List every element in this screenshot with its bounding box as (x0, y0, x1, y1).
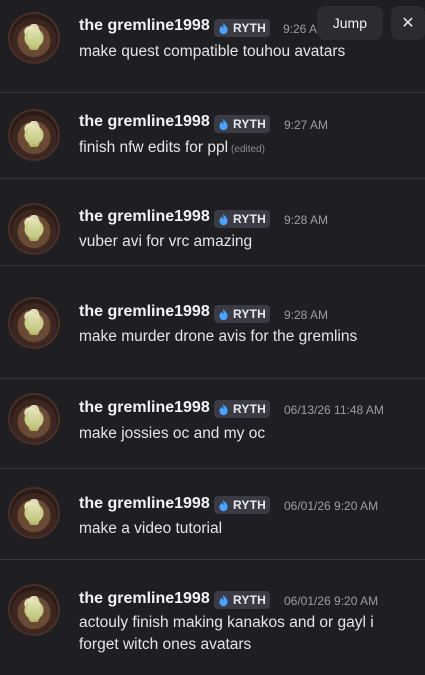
author-name[interactable]: the gremline1998 (79, 495, 210, 513)
server-tag[interactable]: RYTH (214, 305, 271, 323)
server-tag[interactable]: RYTH (214, 496, 271, 514)
avatar[interactable] (8, 487, 60, 539)
avatar[interactable] (8, 203, 60, 255)
flame-icon (219, 308, 228, 320)
avatar[interactable] (8, 109, 60, 161)
avatar[interactable] (8, 393, 60, 445)
server-tag[interactable]: RYTH (214, 400, 271, 418)
message-text: finish nfw edits for ppl (edited) (79, 137, 415, 161)
close-icon[interactable]: ✕ (391, 6, 425, 40)
message-text: vuber avi for vrc amazing (79, 231, 415, 253)
message-item[interactable]: the gremline1998 RYTH 06/13/26 11:48 AM … (0, 379, 425, 468)
flame-icon (219, 22, 228, 34)
server-tag-label: RYTH (233, 21, 267, 35)
server-tag-label: RYTH (233, 498, 267, 512)
flame-icon (219, 118, 228, 130)
message-content: vuber avi for vrc amazing (79, 233, 253, 250)
message-text: make jossies oc and my oc (79, 423, 415, 445)
author-name[interactable]: the gremline1998 (79, 590, 210, 608)
server-tag-label: RYTH (233, 402, 267, 416)
server-tag[interactable]: RYTH (214, 210, 271, 228)
message-item[interactable]: the gremline1998 RYTH 9:27 AM finish nfw… (0, 93, 425, 178)
message-item[interactable]: the gremline1998 RYTH 9:28 AM make murde… (0, 266, 425, 365)
flame-icon (219, 213, 228, 225)
timestamp: 9:28 AM (284, 308, 329, 322)
timestamp: 06/01/26 9:20 AM (284, 499, 379, 513)
message-content: make quest compatible touhou avatars (79, 43, 346, 60)
message-text: make murder drone avis for the gremlins (79, 326, 415, 348)
timestamp: 9:28 AM (284, 213, 329, 227)
author-name[interactable]: the gremline1998 (79, 399, 210, 417)
avatar[interactable] (8, 297, 60, 349)
author-name[interactable]: the gremline1998 (79, 208, 210, 226)
message-content: finish nfw edits for ppl (79, 139, 229, 156)
server-tag-label: RYTH (233, 117, 267, 131)
timestamp: 9:27 AM (284, 118, 329, 132)
message-text: make quest compatible touhou avatars (79, 41, 415, 63)
flame-icon (219, 594, 228, 606)
edited-indicator: (edited) (231, 144, 265, 155)
message-content: make jossies oc and my oc (79, 425, 266, 442)
server-tag[interactable]: RYTH (214, 115, 271, 133)
server-tag-label: RYTH (233, 593, 267, 607)
message-content: make murder drone avis for the gremlins (79, 328, 358, 345)
server-tag-label: RYTH (233, 307, 267, 321)
avatar[interactable] (8, 584, 60, 636)
avatar[interactable] (8, 12, 60, 64)
message-item[interactable]: the gremline1998 RYTH 06/01/26 9:20 AM a… (0, 560, 425, 675)
message-text: actouly finish making kanakos and or gay… (79, 612, 397, 656)
result-actions: Jump ✕ (316, 6, 425, 40)
timestamp: 06/13/26 11:48 AM (284, 403, 384, 417)
author-name[interactable]: the gremline1998 (79, 17, 210, 35)
message-content: actouly finish making kanakos and or gay… (79, 614, 374, 653)
timestamp: 06/01/26 9:20 AM (284, 594, 379, 608)
jump-button[interactable]: Jump (316, 6, 383, 40)
message-search-results: the gremline1998 RYTH 9:26 AM make quest… (0, 0, 425, 675)
message-text: make a video tutorial (79, 518, 415, 540)
message-item[interactable]: the gremline1998 RYTH 06/01/26 9:20 AM m… (0, 469, 425, 559)
message-content: make a video tutorial (79, 520, 223, 537)
server-tag[interactable]: RYTH (214, 591, 271, 609)
message-item[interactable]: the gremline1998 RYTH 9:28 AM vuber avi … (0, 179, 425, 265)
flame-icon (219, 403, 228, 415)
flame-icon (219, 499, 228, 511)
server-tag[interactable]: RYTH (214, 19, 271, 37)
server-tag-label: RYTH (233, 212, 267, 226)
author-name[interactable]: the gremline1998 (79, 303, 210, 321)
author-name[interactable]: the gremline1998 (79, 113, 210, 131)
